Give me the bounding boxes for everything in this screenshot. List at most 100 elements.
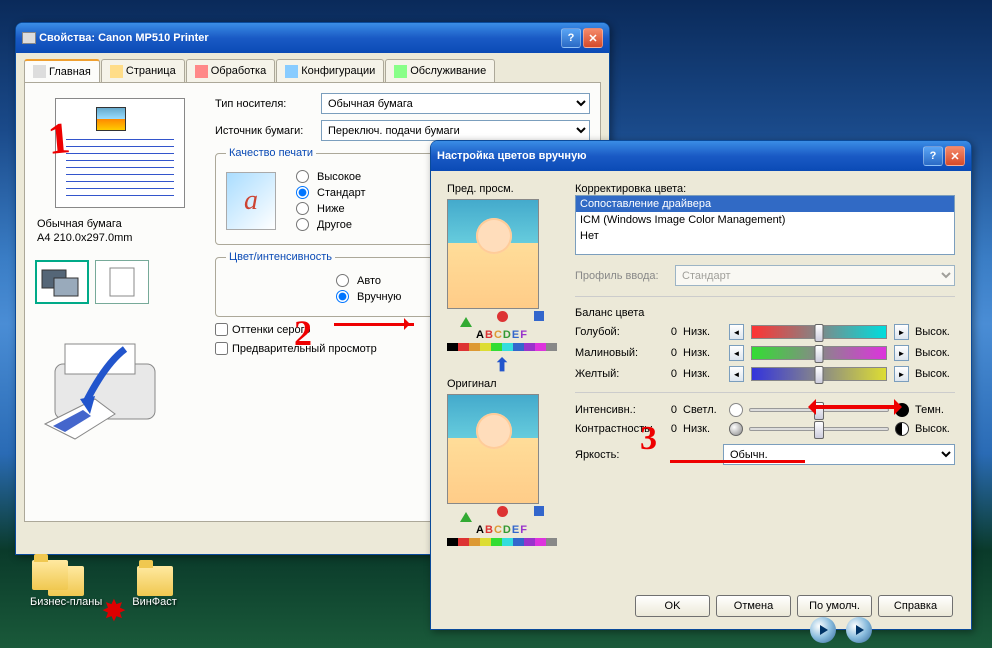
correction-item-driver[interactable]: Сопоставление драйвера	[576, 196, 954, 212]
original-swatch	[447, 538, 557, 546]
preview-label: Пред. просм.	[447, 183, 557, 195]
grayscale-checkbox[interactable]	[215, 323, 228, 336]
original-sample-image	[447, 394, 539, 504]
contrast-slider[interactable]	[749, 427, 889, 431]
cyan-dec-button[interactable]: ◄	[729, 324, 744, 340]
defaults-button[interactable]: По умолч.	[797, 595, 872, 617]
help-button-3[interactable]: Справка	[878, 595, 953, 617]
folder-icon	[32, 560, 68, 590]
color-correction-listbox[interactable]: Сопоставление драйвера ICM (Windows Imag…	[575, 195, 955, 255]
cyan-slider[interactable]	[751, 325, 887, 339]
tab-config-icon	[285, 65, 298, 78]
media-type-select[interactable]: Обычная бумага	[321, 93, 590, 114]
balance-label: Баланс цвета	[575, 307, 955, 319]
media-play-icon-2[interactable]	[846, 617, 872, 643]
preview-column-2: Пред. просм. ABCDEF ⬆ Оригинал ABCDEF	[447, 183, 557, 579]
folder-icon	[137, 566, 173, 596]
window-title-2: Настройка цветов вручную	[437, 150, 587, 162]
yellow-dec-button[interactable]: ◄	[729, 366, 744, 382]
controls-column: Корректировка цвета: Сопоставление драйв…	[557, 183, 955, 579]
tab-config[interactable]: Конфигурации	[276, 59, 384, 82]
printer-icon	[22, 32, 36, 44]
tab-page-icon	[110, 65, 123, 78]
low-contrast-icon	[729, 422, 743, 436]
yellow-inc-button[interactable]: ►	[894, 366, 909, 382]
close-button[interactable]: ✕	[583, 28, 603, 48]
quality-icon: a	[226, 172, 276, 230]
help-button[interactable]: ?	[561, 28, 581, 48]
preview-checkbox[interactable]	[215, 342, 228, 355]
tab-service-icon	[394, 65, 407, 78]
window-title: Свойства: Canon MP510 Printer	[39, 32, 209, 44]
tab-proc-icon	[195, 65, 208, 78]
media-play-icon-1[interactable]	[810, 617, 836, 643]
magenta-slider-row: Малиновый: 0 Низк. ◄ ► Высок.	[575, 345, 955, 361]
correction-item-icm[interactable]: ICM (Windows Image Color Management)	[576, 212, 954, 228]
brightness-label: Яркость:	[575, 449, 653, 461]
paper-source-label: Источник бумаги:	[215, 125, 321, 137]
taskbar-tray	[810, 617, 872, 643]
correction-item-none[interactable]: Нет	[576, 228, 954, 244]
tab-main[interactable]: Главная	[24, 59, 100, 82]
splat-icon: ✸	[96, 594, 132, 630]
quality-high-radio[interactable]	[296, 170, 309, 183]
quality-other-radio[interactable]	[296, 218, 309, 231]
media-info: Обычная бумага A4 210.0x297.0mm	[35, 213, 205, 250]
color-intensity-legend: Цвет/интенсивность	[226, 251, 335, 263]
yellow-slider-row: Желтый: 0 Низк. ◄ ► Высок.	[575, 366, 955, 382]
printer-illustration	[35, 314, 205, 447]
button-bar-2: OK Отмена По умолч. Справка	[635, 595, 953, 617]
divider-2	[575, 392, 955, 393]
magenta-dec-button[interactable]: ◄	[729, 345, 744, 361]
ok-button-2[interactable]: OK	[635, 595, 710, 617]
up-arrow-icon: ⬆	[447, 355, 557, 376]
contrast-slider-row: Контрастность: 0 Низк. Высок.	[575, 422, 955, 436]
tab-service[interactable]: Обслуживание	[385, 59, 495, 82]
close-button-2[interactable]: ✕	[945, 146, 965, 166]
preview-swatch	[447, 343, 557, 351]
tab-main-icon	[33, 65, 46, 78]
preview-abc: ABCDEF	[447, 329, 557, 341]
desktop-app-icon[interactable]: ✸	[96, 594, 132, 630]
original-shapes	[447, 506, 557, 522]
layout-thumb-1[interactable]	[35, 260, 89, 304]
profile-select: Стандарт	[675, 265, 955, 286]
cyan-inc-button[interactable]: ►	[894, 324, 909, 340]
preview-column: Обычная бумага A4 210.0x297.0mm	[35, 93, 205, 511]
divider	[575, 296, 955, 297]
color-auto-radio[interactable]	[336, 274, 349, 287]
manual-color-window: Настройка цветов вручную ? ✕ Пред. просм…	[430, 140, 972, 630]
media-type-label: Тип носителя:	[215, 98, 321, 110]
win2-body: Пред. просм. ABCDEF ⬆ Оригинал ABCDEF Ко…	[431, 171, 971, 591]
page-preview	[55, 98, 185, 208]
magenta-inc-button[interactable]: ►	[894, 345, 909, 361]
cancel-button[interactable]: Отмена	[716, 595, 791, 617]
brightness-select[interactable]: Обычн.	[723, 444, 955, 465]
color-manual-radio[interactable]	[336, 290, 349, 303]
desktop-folder-2[interactable]: ВинФаст	[132, 566, 177, 608]
help-button-2[interactable]: ?	[923, 146, 943, 166]
original-abc: ABCDEF	[447, 524, 557, 536]
profile-label: Профиль ввода:	[575, 270, 675, 282]
quality-low-radio[interactable]	[296, 202, 309, 215]
correction-label: Корректировка цвета:	[575, 183, 955, 195]
intensity-slider[interactable]	[749, 408, 889, 412]
print-quality-legend: Качество печати	[226, 147, 316, 159]
titlebar-2[interactable]: Настройка цветов вручную ? ✕	[431, 141, 971, 171]
yellow-slider[interactable]	[751, 367, 887, 381]
layout-thumbs	[35, 260, 205, 304]
desktop-folder-3[interactable]	[32, 560, 68, 590]
magenta-slider[interactable]	[751, 346, 887, 360]
intensity-slider-row: Интенсивн.: 0 Светл. Темн.	[575, 403, 955, 417]
light-icon	[729, 403, 743, 417]
preview-shapes	[447, 311, 557, 327]
paper-source-select[interactable]: Переключ. подачи бумаги	[321, 120, 590, 141]
titlebar[interactable]: Свойства: Canon MP510 Printer ? ✕	[16, 23, 609, 53]
tab-page[interactable]: Страница	[101, 59, 185, 82]
original-label: Оригинал	[447, 378, 557, 390]
tab-processing[interactable]: Обработка	[186, 59, 275, 82]
tab-bar: Главная Страница Обработка Конфигурации …	[16, 53, 609, 82]
high-contrast-icon	[895, 422, 909, 436]
layout-thumb-2[interactable]	[95, 260, 149, 304]
quality-standard-radio[interactable]	[296, 186, 309, 199]
